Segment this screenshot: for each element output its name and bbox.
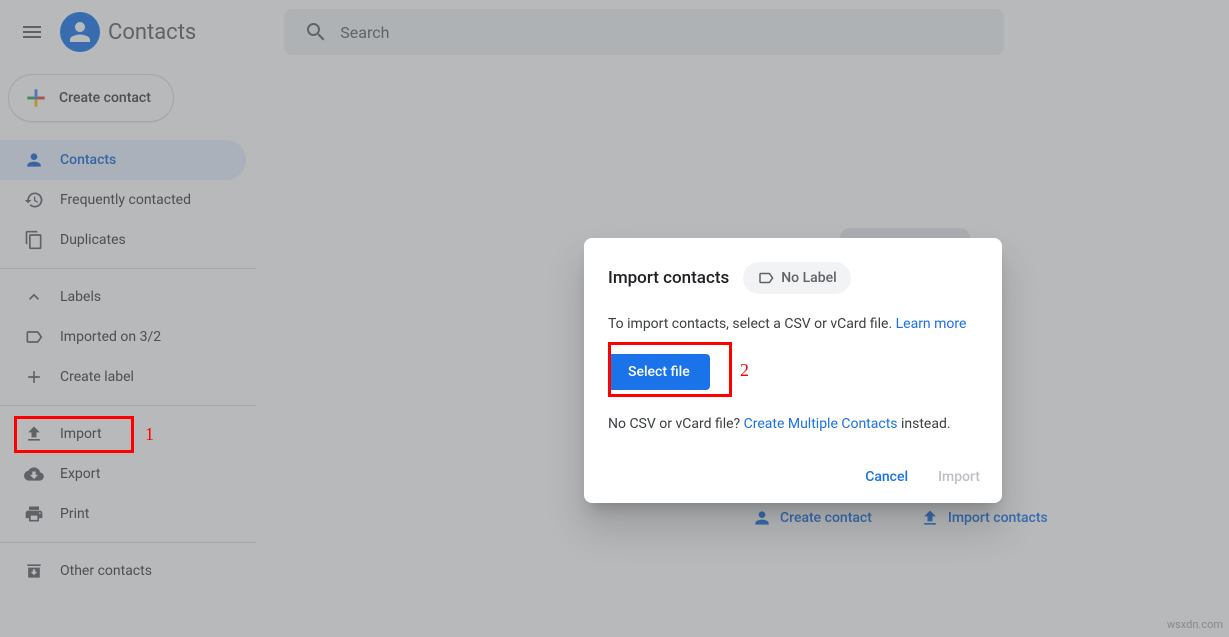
label-icon [757, 269, 775, 287]
import-button: Import [938, 469, 980, 485]
sidebar-item-print[interactable]: Print [0, 494, 256, 534]
app-header: Contacts [0, 0, 1229, 64]
empty-avatar-placeholder [840, 228, 970, 238]
sidebar-item-label: Imported on 3/2 [60, 329, 161, 345]
search-bar[interactable] [284, 9, 1004, 55]
sidebar-item-duplicates[interactable]: Duplicates [0, 220, 256, 260]
dialog-alt-text: No CSV or vCard file? Create Multiple Co… [608, 414, 978, 434]
search-input[interactable] [340, 23, 996, 42]
chip-label: No Label [781, 270, 836, 286]
sidebar-item-label: Export [60, 466, 100, 482]
empty-state-actions: Create contact Import contacts [752, 508, 1048, 528]
annotation-highlight-2 [608, 342, 732, 397]
sidebar-divider [0, 405, 256, 406]
create-multiple-link[interactable]: Create Multiple Contacts [744, 416, 898, 432]
cancel-button[interactable]: Cancel [865, 469, 908, 485]
annotation-number-2: 2 [740, 360, 749, 381]
sidebar-divider [0, 542, 256, 543]
hamburger-icon [20, 20, 44, 44]
sidebar-item-label: Contacts [60, 152, 116, 168]
search-icon [304, 20, 328, 44]
sidebar: Create contact Contacts Frequently conta… [0, 64, 256, 637]
app-logo-area[interactable]: Contacts [60, 12, 196, 52]
sidebar-item-label: Frequently contacted [60, 192, 191, 208]
sidebar-item-contacts[interactable]: Contacts [0, 140, 246, 180]
create-contact-button[interactable]: Create contact [8, 74, 174, 122]
sidebar-item-label: Create label [60, 369, 134, 385]
sidebar-item-label: Labels [60, 289, 101, 305]
label-icon [24, 327, 44, 347]
sidebar-item-export[interactable]: Export [0, 454, 256, 494]
person-icon [24, 150, 44, 170]
sidebar-item-label: Print [60, 506, 89, 522]
annotation-number-1: 1 [145, 424, 154, 445]
create-contact-action[interactable]: Create contact [752, 508, 872, 528]
action-label: Create contact [780, 510, 872, 526]
sidebar-item-label: Duplicates [60, 232, 126, 248]
import-contacts-action[interactable]: Import contacts [920, 508, 1048, 528]
sidebar-item-label: Other contacts [60, 563, 152, 579]
dialog-instruction: To import contacts, select a CSV or vCar… [608, 314, 978, 334]
sidebar-item-imported-label[interactable]: Imported on 3/2 [0, 317, 256, 357]
sidebar-divider [0, 268, 256, 269]
sidebar-item-other[interactable]: Other contacts [0, 551, 256, 591]
watermark: wsxdn.com [1167, 618, 1223, 631]
sidebar-item-labels[interactable]: Labels [0, 277, 256, 317]
action-label: Import contacts [948, 510, 1048, 526]
print-icon [24, 504, 44, 524]
learn-more-link[interactable]: Learn more [896, 316, 967, 332]
plus-color-icon [23, 85, 49, 111]
create-contact-label: Create contact [59, 90, 151, 106]
cloud-download-icon [24, 464, 44, 484]
plus-icon [24, 367, 44, 387]
upload-icon [920, 508, 940, 528]
app-title: Contacts [108, 20, 196, 45]
sidebar-item-frequent[interactable]: Frequently contacted [0, 180, 256, 220]
chevron-up-icon [24, 287, 44, 307]
hamburger-menu-button[interactable] [8, 8, 56, 56]
person-add-icon [752, 508, 772, 528]
annotation-highlight-1 [14, 416, 134, 453]
history-icon [24, 190, 44, 210]
dialog-title: Import contacts [608, 268, 729, 288]
contacts-logo-icon [60, 12, 100, 52]
duplicate-icon [24, 230, 44, 250]
archive-icon [24, 561, 44, 581]
no-label-chip[interactable]: No Label [743, 262, 850, 294]
sidebar-item-create-label[interactable]: Create label [0, 357, 256, 397]
